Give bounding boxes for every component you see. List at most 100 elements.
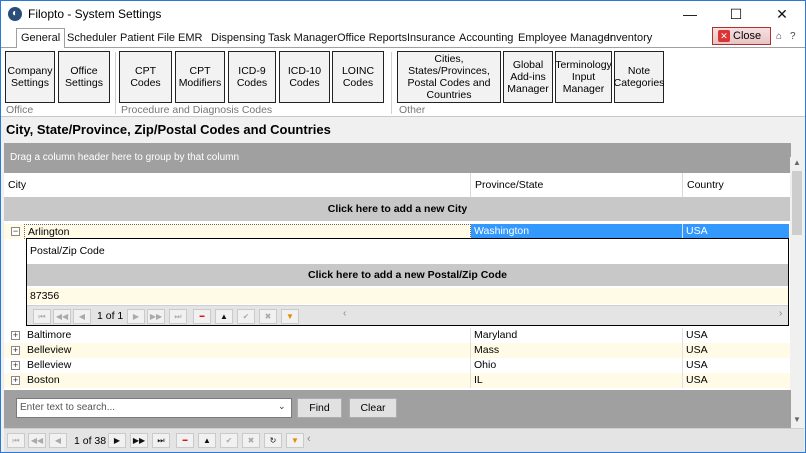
table-row-expanded[interactable]: − Arlington Washington USA xyxy=(4,224,791,239)
office-settings-button[interactable]: Office Settings xyxy=(58,51,110,103)
home-icon[interactable]: ⌂ xyxy=(776,31,782,42)
scroll-right-icon[interactable]: › xyxy=(779,308,782,319)
search-input[interactable]: Enter text to search... xyxy=(16,398,292,418)
country-cell[interactable]: USA xyxy=(683,224,789,239)
collapse-icon[interactable]: − xyxy=(11,227,20,236)
expand-icon[interactable]: + xyxy=(11,376,20,385)
help-icon[interactable]: ? xyxy=(790,31,796,42)
global-addins-button[interactable]: Global Add-ins Manager xyxy=(503,51,553,103)
table-row[interactable]: + Baltimore Maryland USA xyxy=(4,328,791,343)
column-header-state[interactable]: Province/State xyxy=(471,173,683,198)
icd9-codes-button[interactable]: ICD-9 Codes xyxy=(228,51,276,103)
move-up-icon[interactable]: ▲ xyxy=(198,433,216,448)
state-cell[interactable]: Washington xyxy=(471,224,683,239)
next-page-icon[interactable]: ▶ xyxy=(108,433,126,448)
state-cell[interactable]: Ohio xyxy=(471,358,683,373)
column-header-city[interactable]: City xyxy=(4,173,471,198)
tab-insurance[interactable]: Insurance xyxy=(407,30,455,47)
column-header-country[interactable]: Country xyxy=(683,173,791,198)
scroll-up-icon[interactable]: ▲ xyxy=(793,158,801,167)
scroll-left-icon[interactable]: ‹ xyxy=(343,308,346,319)
expand-icon[interactable]: + xyxy=(11,331,20,340)
expand-icon[interactable]: + xyxy=(11,361,20,370)
table-row[interactable]: + Belleview Ohio USA xyxy=(4,358,791,373)
prev-page-group-icon: ◀◀ xyxy=(28,433,46,448)
search-panel: Enter text to search... ⌄ Find Clear xyxy=(4,390,791,428)
delete-icon[interactable]: ━ xyxy=(193,309,211,324)
filter-icon[interactable]: ▼ xyxy=(281,309,299,324)
table-row[interactable]: + Belleview Mass USA xyxy=(4,343,791,358)
tab-inventory[interactable]: Inventory xyxy=(607,30,652,47)
country-cell[interactable]: USA xyxy=(683,358,789,373)
settings-window: ◐ Filopto - System Settings — ☐ ✕ Genera… xyxy=(0,0,806,453)
tab-employee-manager[interactable]: Employee Manager xyxy=(518,30,613,47)
postal-code-detail: Postal/Zip Code Click here to add a new … xyxy=(26,238,789,326)
group-by-panel[interactable]: Drag a column header here to group by th… xyxy=(4,143,791,173)
page-count: 1 of 38 xyxy=(74,435,107,447)
last-page-icon[interactable]: ⏭ xyxy=(152,433,170,448)
title-bar: ◐ Filopto - System Settings — ☐ ✕ xyxy=(1,1,805,27)
close-label: Close xyxy=(733,30,762,42)
delete-icon[interactable]: ━ xyxy=(176,433,194,448)
cpt-codes-button[interactable]: CPT Codes xyxy=(119,51,172,103)
clear-button[interactable]: Clear xyxy=(349,398,397,418)
maximize-button[interactable]: ☐ xyxy=(713,1,759,27)
close-button[interactable]: ✕ Close xyxy=(712,27,771,45)
move-up-icon[interactable]: ▲ xyxy=(215,309,233,324)
state-cell[interactable]: IL xyxy=(471,373,683,388)
next-page-group-icon[interactable]: ▶▶ xyxy=(130,433,148,448)
filter-icon[interactable]: ▼ xyxy=(286,433,304,448)
scrollbar-thumb[interactable] xyxy=(792,171,802,235)
cities-states-button[interactable]: Cities, States/Provinces, Postal Codes a… xyxy=(397,51,501,103)
first-page-icon: ⏮ xyxy=(7,433,25,448)
note-categories-button[interactable]: Note Categories xyxy=(614,51,664,103)
tab-patient-file[interactable]: Patient File xyxy=(120,30,175,47)
scroll-left-icon[interactable]: ‹ xyxy=(307,433,311,445)
country-cell[interactable]: USA xyxy=(683,343,789,358)
city-cell[interactable]: Belleview xyxy=(24,358,471,373)
icd10-codes-button[interactable]: ICD-10 Codes xyxy=(279,51,330,103)
terminology-input-button[interactable]: Terminology Input Manager xyxy=(555,51,612,103)
tab-accounting[interactable]: Accounting xyxy=(459,30,513,47)
refresh-icon[interactable]: ↻ xyxy=(264,433,282,448)
company-settings-button[interactable]: Company Settings xyxy=(5,51,55,103)
tab-task-manager[interactable]: Task Manager xyxy=(268,30,337,47)
find-button[interactable]: Find xyxy=(297,398,342,418)
prev-page-icon: ◀ xyxy=(73,309,91,324)
cancel-icon: ✖ xyxy=(259,309,277,324)
expand-icon[interactable]: + xyxy=(11,346,20,355)
next-page-group-icon: ▶▶ xyxy=(147,309,165,324)
group-label-other: Other xyxy=(399,104,426,116)
tab-general[interactable]: General xyxy=(16,28,66,48)
app-logo-icon: ◐ xyxy=(8,7,22,21)
minimize-button[interactable]: — xyxy=(667,1,713,27)
tab-dispensing[interactable]: Dispensing xyxy=(211,30,265,47)
add-city-row[interactable]: Click here to add a new City xyxy=(4,198,791,221)
city-cell[interactable]: Boston xyxy=(24,373,471,388)
main-tabs: General Scheduler Patient File EMR Dispe… xyxy=(1,27,805,48)
city-cell[interactable]: Baltimore xyxy=(24,328,471,343)
city-cell[interactable]: Arlington xyxy=(24,224,471,239)
chevron-down-icon[interactable]: ⌄ xyxy=(278,401,286,412)
cities-grid: Drag a column header here to group by th… xyxy=(4,143,791,428)
city-cell[interactable]: Belleview xyxy=(24,343,471,358)
table-row[interactable]: + Boston IL USA xyxy=(4,373,791,388)
loinc-codes-button[interactable]: LOINC Codes xyxy=(332,51,384,103)
group-label-office: Office xyxy=(6,104,34,116)
postal-code-row[interactable]: 87356 xyxy=(27,288,788,304)
close-window-button[interactable]: ✕ xyxy=(759,1,805,27)
country-cell[interactable]: USA xyxy=(683,328,789,343)
scroll-down-icon[interactable]: ▼ xyxy=(793,415,801,424)
tab-office-reports[interactable]: Office Reports xyxy=(337,30,407,47)
page-title: City, State/Province, Zip/Postal Codes a… xyxy=(6,122,331,137)
add-postal-row[interactable]: Click here to add a new Postal/Zip Code xyxy=(27,264,788,286)
detail-header-postal[interactable]: Postal/Zip Code xyxy=(30,245,105,257)
ribbon-separator xyxy=(115,52,116,114)
vertical-scrollbar[interactable]: ▲ ▼ xyxy=(790,157,804,428)
cpt-modifiers-button[interactable]: CPT Modifiers xyxy=(175,51,225,103)
state-cell[interactable]: Maryland xyxy=(471,328,683,343)
tab-emr[interactable]: EMR xyxy=(178,30,202,47)
country-cell[interactable]: USA xyxy=(683,373,789,388)
tab-scheduler[interactable]: Scheduler xyxy=(67,30,117,47)
state-cell[interactable]: Mass xyxy=(471,343,683,358)
